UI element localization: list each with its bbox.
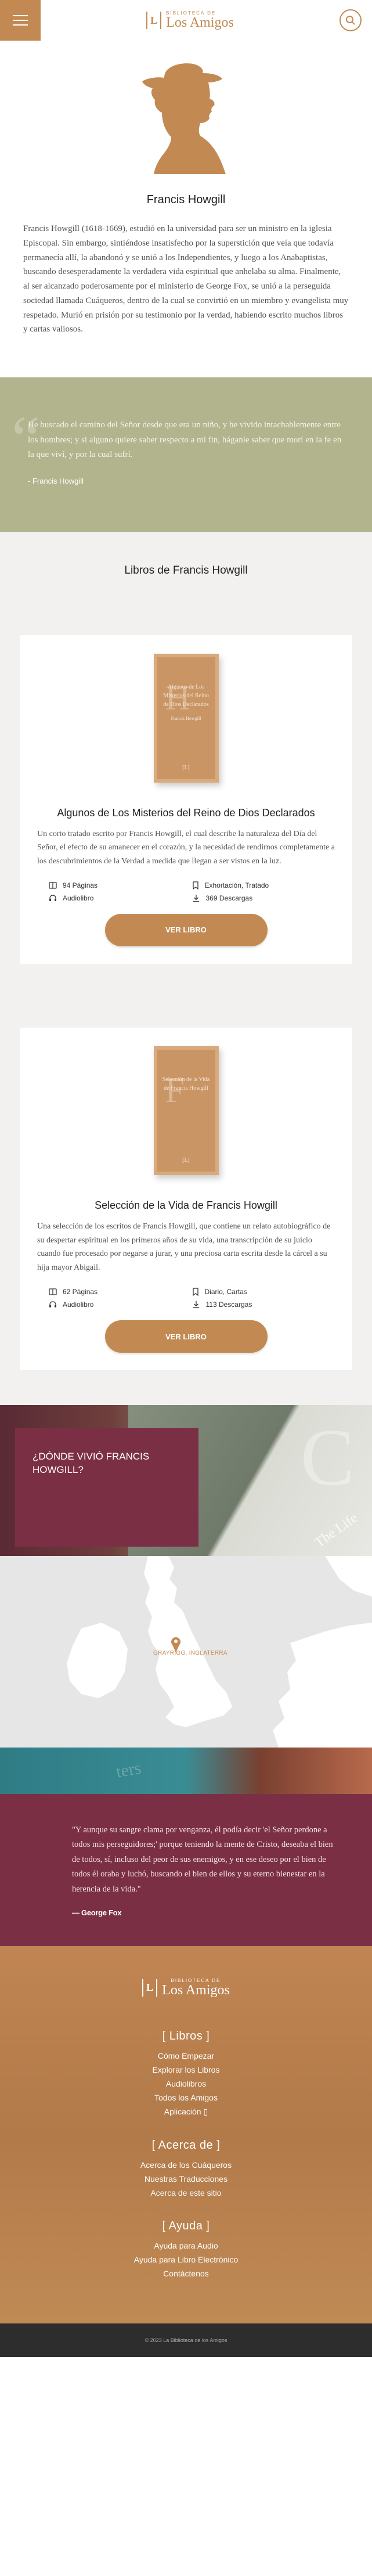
quote-author: - Francis Howgill [28, 476, 84, 485]
footer-heading: [ Ayuda ] [162, 2219, 210, 2232]
book-cover[interactable]: H Algunos de Los Misterios del Reino de … [153, 653, 219, 783]
author-quote: “ He buscado el camino del Señor desde q… [0, 377, 372, 532]
cover-title: Algunos de Los Misterios del Reino de Di… [163, 683, 209, 708]
book-audio: Audiolibro [49, 1300, 192, 1309]
footer-link-app[interactable]: Aplicación ▯ [0, 2107, 372, 2117]
author-silhouette-icon [142, 63, 226, 174]
books-section: Libros de Francis Howgill H Algunos de L… [0, 531, 372, 1406]
book-category: Exhortación, Tratado [192, 881, 335, 889]
footer-link[interactable]: Nuestras Traducciones [0, 2174, 372, 2184]
book-card: F Selección de la Vida de Francis Howgil… [20, 1027, 352, 1371]
logo-big-text: Los Amigos [166, 15, 234, 30]
book-title[interactable]: Selección de la Vida de Francis Howgill [37, 1199, 335, 1212]
download-icon [193, 1301, 199, 1309]
book-downloads: 113 Descargas [192, 1300, 335, 1309]
author-hero: Francis Howgill Francis Howgill (1618-16… [0, 41, 372, 360]
footer-link[interactable]: Cómo Empezar [0, 2051, 372, 2060]
headphones-icon [49, 1301, 56, 1308]
books-heading: Libros de Francis Howgill [124, 564, 248, 577]
footer-group-help: [ Ayuda ] Ayuda para Audio Ayuda para Li… [0, 2220, 372, 2278]
footer-link[interactable]: Acerca de este sitio [0, 2188, 372, 2197]
testimony-quote: "Y aunque su sangre clama por venganza, … [0, 1794, 372, 1946]
book-description: Una selección de los escritos de Francis… [37, 1222, 331, 1273]
pages-icon [49, 1288, 57, 1295]
footer-link[interactable]: Audiolibros [0, 2079, 372, 2088]
logo-mark: L [142, 1979, 158, 1997]
menu-icon[interactable] [0, 0, 41, 41]
pages-icon [49, 882, 57, 889]
book-description: Un corto tratado escrito por Francis How… [37, 829, 335, 866]
testimony-text: "Y aunque su sangre clama por venganza, … [72, 1825, 333, 1894]
author-bio: Francis Howgill (1618-1669), estudió en … [23, 224, 349, 334]
book-pages: 62 Páginas [49, 1288, 192, 1296]
footer-link[interactable]: Todos los Amigos [0, 2093, 372, 2102]
view-book-button[interactable]: VER LIBRO [104, 1320, 268, 1353]
search-icon[interactable] [340, 9, 362, 31]
footer-heading: [ Libros ] [162, 2029, 210, 2042]
where-lived-heading: ¿DÓNDE VIVIÓ FRANCIS HOWGILL? [32, 1451, 150, 1476]
footer-logo[interactable]: L BIBLIOTECA DE Los Amigos [0, 1978, 372, 1997]
map-location-label: GRAYRIGG, INGLATERRA [153, 1650, 227, 1657]
book-category: Diario, Cartas [192, 1288, 335, 1296]
location-map[interactable]: GRAYRIGG, INGLATERRA [0, 1556, 372, 1748]
book-card: H Algunos de Los Misterios del Reino de … [20, 635, 352, 964]
footer-heading: [ Acerca de ] [151, 2138, 221, 2152]
book-audio: Audiolibro [49, 894, 192, 902]
book-meta: 94 Páginas Exhortación, Tratado Audiolib… [37, 881, 335, 902]
footer-link[interactable]: Acerca de los Cuáqueros [0, 2160, 372, 2170]
book-downloads: 369 Descargas [192, 894, 335, 902]
site-header: L BIBLIOTECA DE Los Amigos [0, 0, 372, 41]
book-meta: 62 Páginas Diario, Cartas Audiolibro 113… [37, 1288, 335, 1309]
bookmark-icon [192, 881, 198, 889]
footer-link[interactable]: Ayuda para Libro Electrónico [0, 2255, 372, 2264]
where-lived-box: ¿DÓNDE VIVIÓ FRANCIS HOWGILL? [15, 1428, 198, 1547]
where-lived-section: C The Life ¿DÓNDE VIVIÓ FRANCIS HOWGILL? [0, 1405, 372, 1557]
bookmark-icon [192, 1288, 198, 1296]
site-footer: L BIBLIOTECA DE Los Amigos [ Libros ] Có… [0, 1945, 372, 2323]
quote-text: He buscado el camino del Señor desde que… [28, 420, 342, 459]
book-photo-strip: ters [0, 1748, 372, 1795]
logo-mark: L [146, 12, 162, 29]
footer-link[interactable]: Explorar los Libros [0, 2065, 372, 2074]
footer-group-books: [ Libros ] Cómo Empezar Explorar los Lib… [0, 2030, 372, 2117]
book-title[interactable]: Algunos de Los Misterios del Reino de Di… [37, 807, 335, 819]
phone-icon: ▯ [203, 2106, 208, 2116]
site-logo[interactable]: L BIBLIOTECA DE Los Amigos [146, 11, 234, 30]
copyright: © 2023 La Biblioteca de los Amigos [0, 2323, 372, 2357]
author-name: Francis Howgill [146, 193, 226, 206]
testimony-author: — George Fox [72, 1908, 122, 1917]
headphones-icon [49, 895, 56, 901]
view-book-button[interactable]: VER LIBRO [104, 913, 268, 946]
download-icon [193, 894, 199, 902]
book-cover[interactable]: F Selección de la Vida de Francis Howgil… [153, 1046, 219, 1175]
cover-title: Selección de la Vida de Francis Howgill [162, 1076, 210, 1091]
footer-link[interactable]: Ayuda para Audio [0, 2241, 372, 2250]
cover-logo-icon: [L] [182, 764, 190, 771]
footer-link[interactable]: Contáctenos [0, 2269, 372, 2278]
footer-group-about: [ Acerca de ] Acerca de los Cuáqueros Nu… [0, 2139, 372, 2197]
book-pages: 94 Páginas [49, 881, 192, 889]
cover-logo-icon: [L] [182, 1157, 190, 1163]
